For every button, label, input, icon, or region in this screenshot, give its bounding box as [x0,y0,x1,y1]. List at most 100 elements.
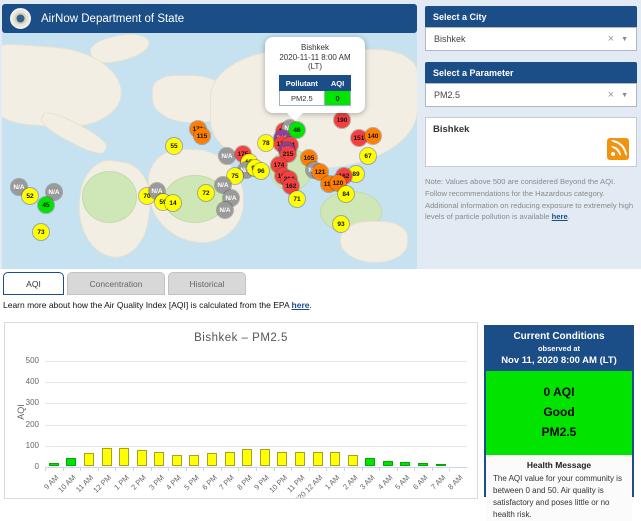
x-axis-label: 7 PM [217,473,236,492]
popup-col-aqi: AQI [324,76,350,91]
aqi-map-marker[interactable]: 46 [289,122,305,138]
tab-concentration[interactable]: Concentration [67,272,165,295]
x-axis-tick [115,467,116,471]
x-axis-tick [151,467,152,471]
aqi-bar [277,452,287,466]
aqi-map-marker[interactable]: 190 [334,112,350,128]
city-select[interactable]: Bishkek × ▼ [425,27,637,51]
x-axis-tick [63,467,64,471]
x-axis-tick [344,467,345,471]
x-axis-tick [326,467,327,471]
learn-more-period: . [310,300,312,310]
aqi-map-marker[interactable]: 140 [365,128,381,144]
x-axis-tick [274,467,275,471]
x-axis-tick [221,467,222,471]
observed-datetime: Nov 11, 2020 8:00 AM (LT) [490,355,628,366]
aqi-bar [189,455,199,466]
x-axis-label: 11 AM [74,473,95,494]
gridline [45,361,467,362]
clear-icon[interactable]: × [601,89,621,101]
x-axis-label: 10 PM [267,473,289,495]
x-axis-tick [414,467,415,471]
aqi-map-marker[interactable]: 115 [194,128,210,144]
x-axis-label: 7 AM [429,473,447,491]
aqi-map-marker[interactable]: 78 [258,135,274,151]
note-period: . [568,212,570,221]
x-axis-label: 10 AM [56,473,77,494]
y-axis-tick-label: 500 [11,356,39,365]
health-message-section: Health Message The AQI value for your co… [486,455,632,521]
y-axis-tick-label: 400 [11,377,39,386]
select-city-header: Select a City [425,6,637,27]
current-conditions-header: Current Conditions observed at Nov 11, 2… [486,327,632,371]
aqi-bar [84,453,94,466]
chevron-down-icon[interactable]: ▼ [621,36,636,43]
y-axis-tick-label: 300 [11,398,39,407]
app-header: AirNow Department of State [2,4,417,33]
aqi-bar [260,449,270,466]
note-here-link[interactable]: here [552,212,568,221]
parameter-select-value: PM2.5 [426,90,601,100]
state-department-seal-icon [10,8,31,29]
aqi-map-marker[interactable]: 14 [165,195,181,211]
x-axis-tick [256,467,257,471]
x-axis-label: 8 PM [235,473,254,492]
x-axis-tick [80,467,81,471]
world-map[interactable]: Bishkek 2020-11-11 8:00 AM (LT) Pollutan… [2,33,417,269]
aqi-map-marker[interactable]: 67 [360,148,376,164]
aqi-map-marker[interactable]: 96 [253,163,269,179]
clear-icon[interactable]: × [601,33,621,45]
x-axis-label: 5 AM [393,473,411,491]
x-axis-tick [309,467,310,471]
parameter-select[interactable]: PM2.5 × ▼ [425,83,637,107]
aqi-map-marker[interactable]: 84 [338,186,354,202]
aqi-map-marker[interactable]: 73 [33,224,49,240]
aqi-map-marker[interactable]: 72 [198,185,214,201]
epa-here-link[interactable]: here [292,300,310,310]
x-axis-label: 3 AM [358,473,376,491]
gridline [45,446,467,447]
gridline [45,403,467,404]
x-axis-label: 4 AM [376,473,394,491]
x-axis-label: 5 PM [182,473,201,492]
aqi-map-marker[interactable]: 71 [289,191,305,207]
chevron-down-icon[interactable]: ▼ [621,92,636,99]
aqi-map-marker[interactable]: N/A [219,148,235,164]
tab-aqi[interactable]: AQI [3,272,64,295]
popup-table: Pollutant AQI PM2.5 0 [279,75,351,106]
x-axis-tick [203,467,204,471]
x-axis-label: 2 PM [129,473,148,492]
rss-icon[interactable] [607,138,629,160]
current-aqi-value: 0 AQI [486,383,632,403]
x-axis-label: 6 PM [200,473,219,492]
current-conditions-title: Current Conditions [490,331,628,342]
aqi-map-marker[interactable]: N/A [217,202,233,218]
popup-datetime: 2020-11-11 8:00 AM [269,53,361,62]
map-land-australia [340,221,408,263]
popup-col-pollutant: Pollutant [279,76,324,91]
aqi-map-marker[interactable]: 45 [38,197,54,213]
chart-plot: AQI 01002003004005009 AM10 AM11 AM12 PM1… [45,361,467,467]
popup-pollutant-value: PM2.5 [279,91,324,106]
aqi-bar [383,461,393,466]
gridline [45,382,467,383]
aqi-map-marker[interactable]: 52 [22,188,38,204]
x-axis-tick [379,467,380,471]
popup-lt: (LT) [269,62,361,71]
chart-title: Bishkek – PM2.5 [5,332,477,344]
aqi-bar [400,462,410,466]
aqi-map-marker[interactable]: 55 [166,138,182,154]
x-axis-label: 1 AM [323,473,341,491]
aqi-bar [436,464,446,466]
x-axis-tick [133,467,134,471]
health-message-text: The AQI value for your community is betw… [493,473,625,521]
aqi-bar [119,448,129,466]
health-message-title: Health Message [493,460,625,470]
x-axis-label: 2 AM [341,473,359,491]
x-axis-label: 3 PM [147,473,166,492]
app-title: AirNow Department of State [41,13,184,25]
x-axis-tick [238,467,239,471]
x-axis-tick [449,467,450,471]
tab-historical[interactable]: Historical [168,272,246,295]
aqi-map-marker[interactable]: 93 [333,216,349,232]
